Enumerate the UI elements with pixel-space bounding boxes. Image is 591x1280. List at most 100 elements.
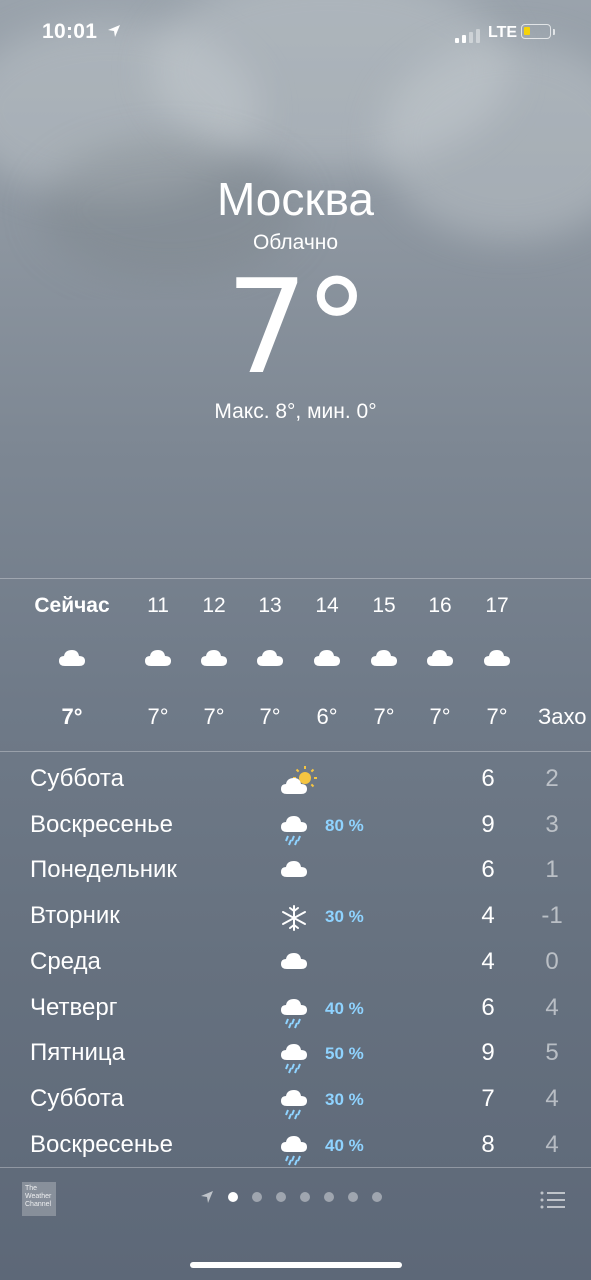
page-dot[interactable] <box>276 1192 286 1202</box>
hourly-temp: 7° <box>147 704 169 729</box>
cloud-icon <box>279 857 309 884</box>
page-dot[interactable] <box>300 1192 310 1202</box>
daily-row: Воскресенье 80 % 9 3 <box>0 804 591 850</box>
hourly-time: 14 <box>315 594 339 617</box>
low-temp: -1 <box>541 902 563 930</box>
divider <box>0 751 591 752</box>
cloud-icon <box>42 646 102 668</box>
high-low: Макс. 8°, мин. 0° <box>214 400 377 423</box>
high-temp: 8 <box>481 1130 495 1158</box>
precip-probability: 40 % <box>325 998 364 1018</box>
hourly-time: 12 <box>202 594 226 617</box>
low-temp: 2 <box>545 765 559 792</box>
sun-cloud-icon <box>279 766 319 801</box>
hourly-time: 16 <box>428 594 452 617</box>
hourly-temp: 7° <box>203 704 225 729</box>
degree-symbol: ° <box>304 251 369 403</box>
signal-strength-icon <box>455 29 480 43</box>
weather-channel-logo[interactable]: The Weather Channel <box>22 1182 56 1216</box>
hourly-temp: 7° <box>61 704 83 729</box>
precip-probability: 40 % <box>325 1135 364 1155</box>
daily-row: Пятница 50 % 9 5 <box>0 1032 591 1078</box>
city-list-icon[interactable] <box>540 1190 566 1210</box>
day-name: Воскресенье <box>30 810 174 838</box>
hourly-temp: 7° <box>486 704 508 729</box>
battery-tip <box>553 29 555 35</box>
day-name: Суббота <box>30 1084 124 1112</box>
cloud-icon <box>410 646 470 668</box>
day-name: Понедельник <box>30 856 177 884</box>
status-bar: 10:01 LTE <box>0 0 591 64</box>
day-name: Пятница <box>30 1039 125 1067</box>
high-temp: 6 <box>481 856 495 884</box>
hourly-forecast[interactable]: Сейчас 7° 11 7° 12 7° 13 7° 14 6° 15 7° 16 7° 17 7° Захо <box>0 580 591 750</box>
page-dot[interactable] <box>228 1192 238 1202</box>
high-temp: 9 <box>481 1039 495 1067</box>
temperature-value: 7 <box>225 251 309 403</box>
low-temp: 4 <box>545 1130 559 1158</box>
cloud-icon <box>184 646 244 668</box>
location-arrow-icon <box>201 1191 213 1203</box>
day-name: Четверг <box>30 993 118 1021</box>
hourly-temp: 7° <box>373 704 395 729</box>
page-dot[interactable] <box>348 1192 358 1202</box>
daily-row: Суббота 30 % 7 4 <box>0 1078 591 1124</box>
cloud-icon <box>297 646 357 668</box>
daily-row: Воскресенье 40 % 8 4 <box>0 1124 591 1170</box>
page-dot[interactable] <box>324 1192 334 1202</box>
hourly-time: 11 <box>147 594 169 617</box>
city-name: Москва <box>216 173 375 225</box>
status-time: 10:01 <box>42 20 98 43</box>
daily-row: Суббота 6 2 <box>0 758 591 804</box>
current-temperature: 7° <box>0 262 591 392</box>
daily-row: Понедельник 6 1 <box>0 849 591 895</box>
low-temp: 4 <box>545 1084 559 1112</box>
cloud-icon <box>279 949 309 976</box>
high-temp: 4 <box>481 947 495 975</box>
home-indicator[interactable] <box>190 1262 402 1268</box>
hourly-temp: 6° <box>316 704 338 729</box>
day-name: Вторник <box>30 902 120 930</box>
low-temp: 1 <box>545 856 559 884</box>
rain-icon <box>279 1132 311 1171</box>
precip-probability: 30 % <box>325 907 364 927</box>
day-name: Воскресенье <box>30 1130 174 1158</box>
network-type: LTE <box>488 24 518 41</box>
cloud-icon <box>128 646 188 668</box>
low-temp: 4 <box>545 993 559 1021</box>
divider <box>0 578 591 579</box>
cloud-icon <box>354 646 414 668</box>
page-dot[interactable] <box>252 1192 262 1202</box>
hourly-time: 15 <box>372 594 396 617</box>
page-dot[interactable] <box>372 1192 382 1202</box>
location-arrow-icon <box>108 25 120 37</box>
daily-row: Четверг 40 % 6 4 <box>0 987 591 1033</box>
hourly-time: 17 <box>485 594 509 617</box>
daily-row: Среда 4 0 <box>0 941 591 987</box>
rain-icon <box>279 1040 311 1079</box>
cloud-icon <box>467 646 527 668</box>
rain-icon <box>279 995 311 1034</box>
low-temp: 5 <box>545 1039 559 1067</box>
precip-probability: 50 % <box>325 1044 364 1064</box>
day-name: Суббота <box>30 765 124 792</box>
hourly-temp: 7° <box>259 704 281 729</box>
hourly-time: Сейчас <box>34 594 110 617</box>
high-temp: 6 <box>481 993 495 1021</box>
low-temp: 0 <box>545 947 559 975</box>
day-name: Среда <box>30 947 101 975</box>
daily-row: Вторник 30 % 4 -1 <box>0 895 591 941</box>
hourly-temp: Захо <box>538 704 587 729</box>
low-temp: 3 <box>545 810 559 838</box>
battery-icon <box>521 24 551 39</box>
rain-icon <box>279 1086 311 1125</box>
footer-toolbar: The Weather Channel <box>0 1168 591 1238</box>
high-temp: 9 <box>481 810 495 838</box>
precip-probability: 30 % <box>325 1089 364 1109</box>
snow-icon <box>279 903 309 938</box>
page-indicator[interactable] <box>200 1190 382 1204</box>
cloud-icon <box>240 646 300 668</box>
rain-icon <box>279 812 311 851</box>
high-temp: 4 <box>481 902 495 930</box>
hourly-temp: 7° <box>429 704 451 729</box>
